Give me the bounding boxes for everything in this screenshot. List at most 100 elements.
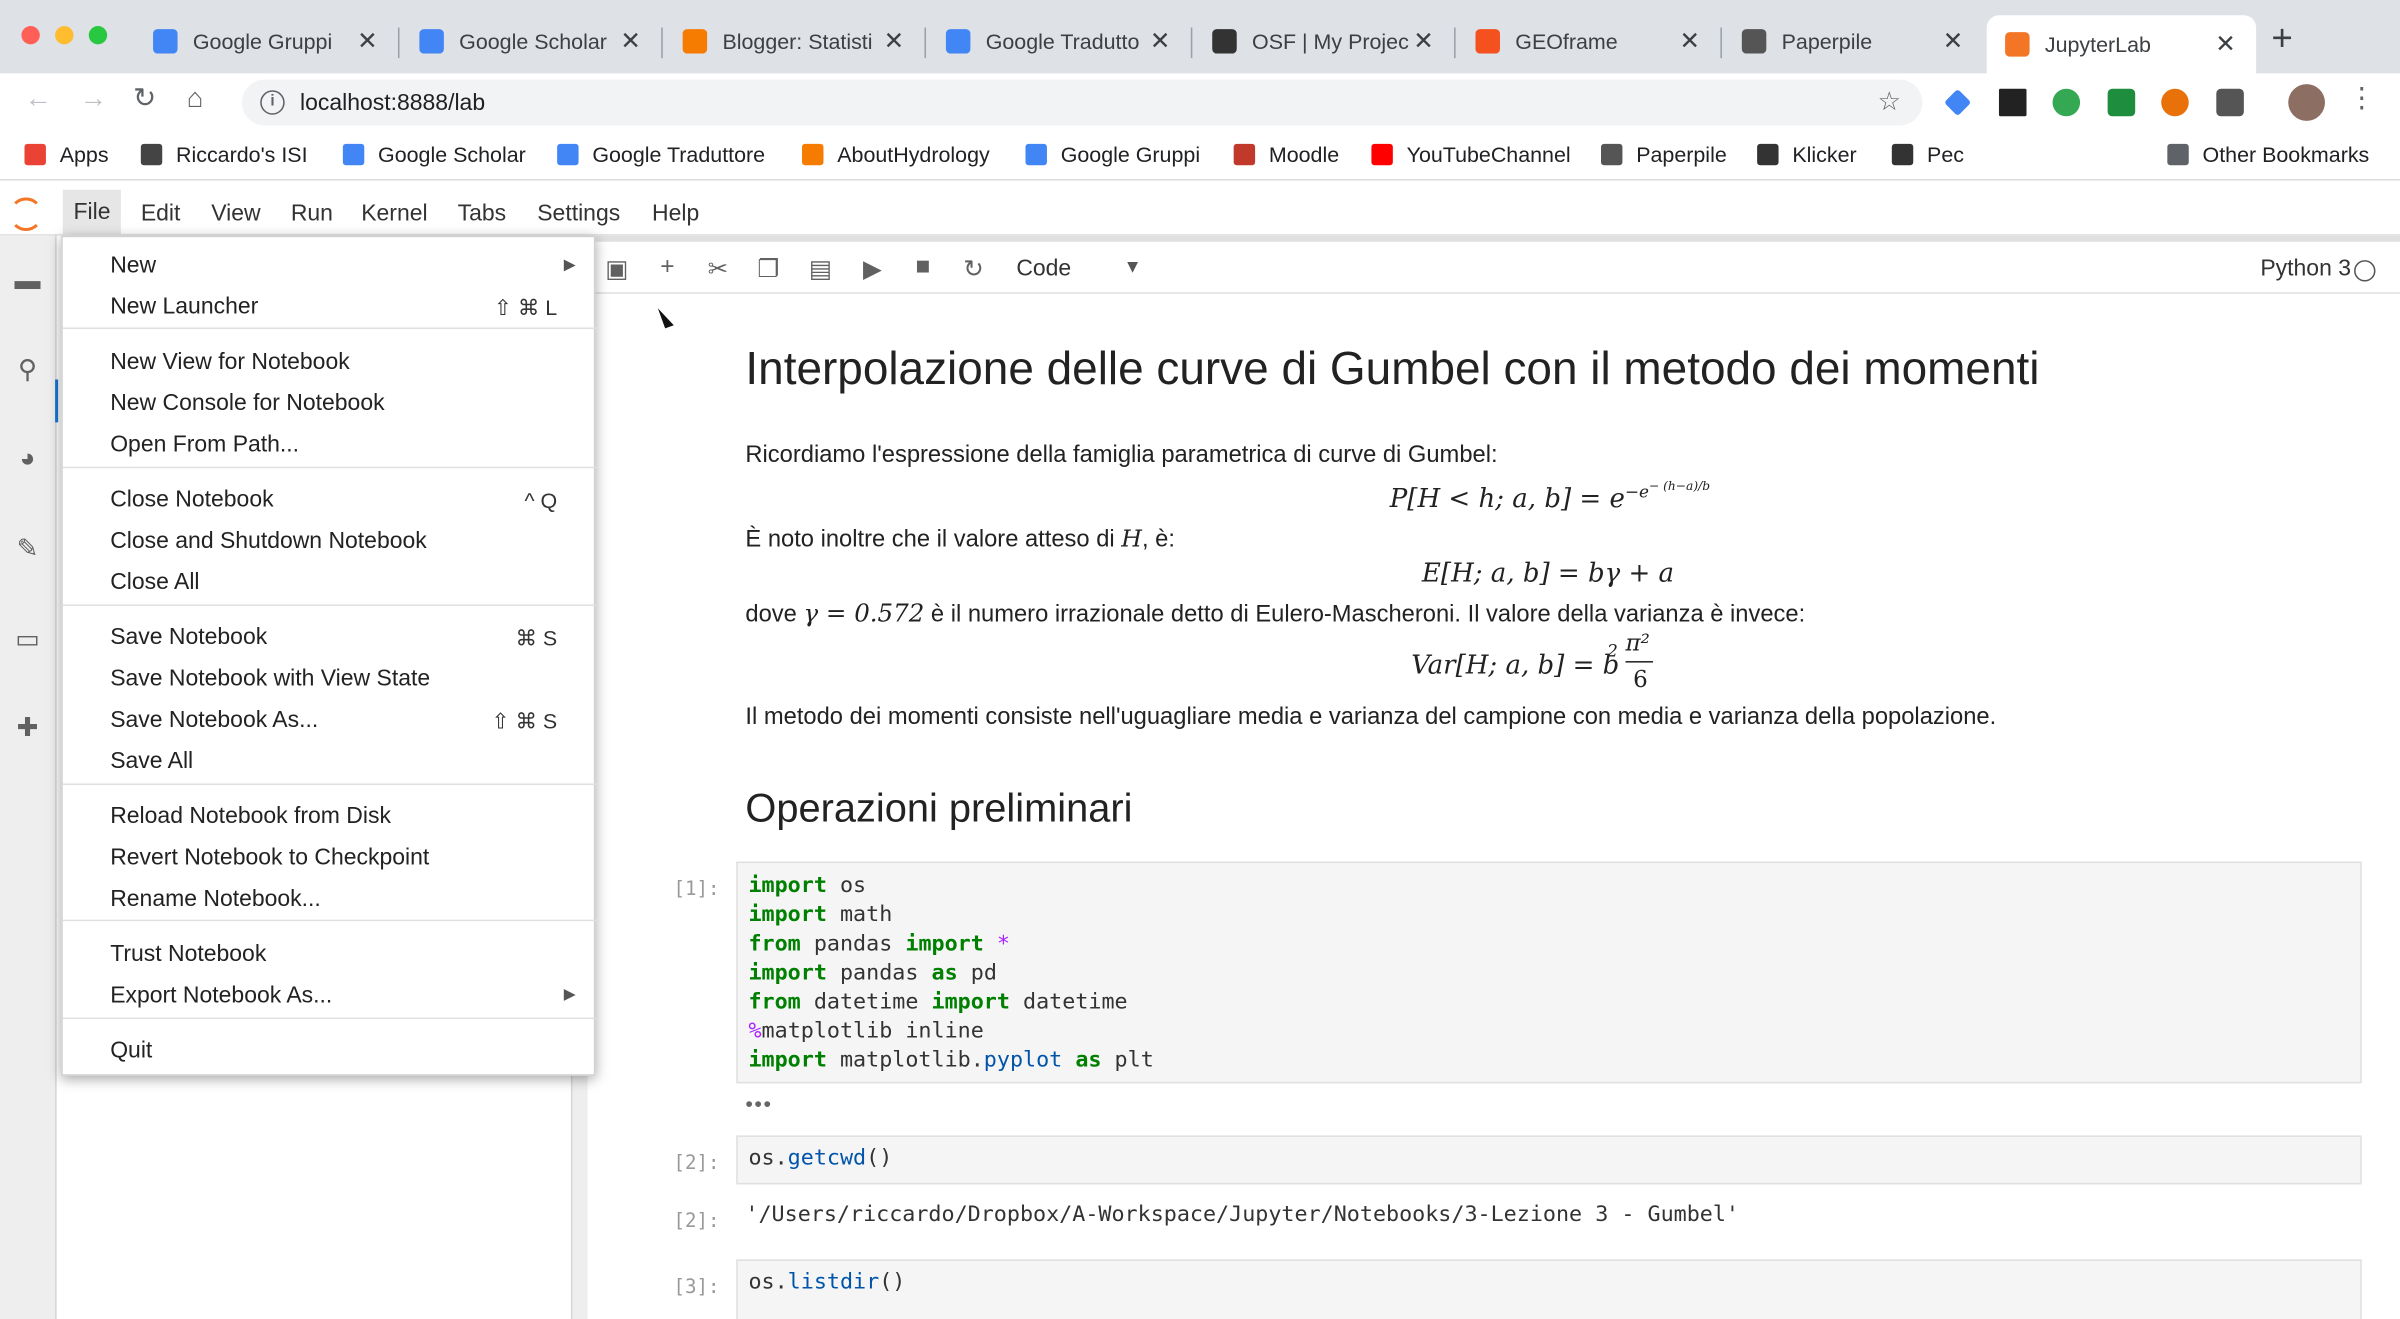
tab-title: Paperpile xyxy=(1781,29,1873,54)
bookmark-star-icon[interactable]: ☆ xyxy=(1878,87,1901,118)
stop-icon[interactable]: ■ xyxy=(908,254,939,282)
bookmark-item[interactable]: Riccardo's ISI xyxy=(140,142,308,167)
code-line: from pandas import * xyxy=(748,931,1010,957)
file-menu-item[interactable]: Save Notebook As... xyxy=(110,707,318,733)
file-menu-item[interactable]: New xyxy=(110,252,156,278)
menu-settings[interactable]: Settings xyxy=(537,200,620,226)
wrench-icon[interactable]: ✎ xyxy=(12,534,43,565)
menu-file[interactable]: File xyxy=(62,189,122,236)
file-menu-item[interactable]: Rename Notebook... xyxy=(110,886,321,912)
bookmark-item[interactable]: AboutHydrology xyxy=(802,142,990,167)
bookmark-item[interactable]: Moodle xyxy=(1233,142,1339,167)
new-tab-button[interactable]: + xyxy=(2271,18,2292,61)
browser-tab[interactable]: GEOframe ✕ xyxy=(1457,15,1720,67)
close-tab-icon[interactable]: ✕ xyxy=(882,26,906,57)
running-icon[interactable]: ⚲ xyxy=(12,355,43,386)
tab-title: OSF | My Projec xyxy=(1252,29,1409,54)
tabs-icon[interactable]: ▭ xyxy=(12,624,43,655)
close-tab-icon[interactable]: ✕ xyxy=(1941,26,1965,57)
extension-scholar-icon[interactable] xyxy=(1944,88,1972,117)
file-menu-item[interactable]: Save Notebook xyxy=(110,624,267,650)
bookmark-item[interactable]: Klicker xyxy=(1757,142,1857,167)
bookmark-item[interactable]: Google Scholar xyxy=(342,142,526,167)
close-tab-icon[interactable]: ✕ xyxy=(1411,26,1435,57)
close-tab-icon[interactable]: ✕ xyxy=(618,26,642,57)
bookmark-item[interactable]: YouTubeChannel xyxy=(1371,142,1571,167)
bookmark-item[interactable]: Apps xyxy=(24,142,109,167)
extension-grammarly-icon[interactable] xyxy=(2052,88,2081,117)
close-tab-icon[interactable]: ✕ xyxy=(1678,26,1702,57)
code-cell-getcwd[interactable]: os.getcwd() xyxy=(736,1135,2362,1185)
browser-tab[interactable]: Google Tradutto ✕ xyxy=(928,15,1191,67)
folder-icon[interactable]: ▬ xyxy=(12,266,43,297)
cell-type-select[interactable]: Code ▼ xyxy=(1016,255,1141,282)
collapsed-output-ellipsis[interactable]: ••• xyxy=(745,1091,772,1115)
extension-library-icon[interactable] xyxy=(1998,88,2027,117)
kernel-name[interactable]: Python 3 xyxy=(2260,256,2351,282)
bookmark-item[interactable]: Google Gruppi xyxy=(1025,142,1200,167)
restart-icon[interactable]: ↻ xyxy=(958,254,989,285)
menu-tabs[interactable]: Tabs xyxy=(458,200,507,226)
file-menu-item[interactable]: Close All xyxy=(110,569,199,595)
add-cell-icon[interactable]: + xyxy=(652,254,683,282)
menu-shortcut: ⇧ ⌘ L xyxy=(493,295,558,320)
close-window-button[interactable] xyxy=(21,26,40,45)
bookmark-item[interactable]: Google Traduttore xyxy=(557,142,765,167)
menu-help[interactable]: Help xyxy=(652,200,699,226)
bookmark-item[interactable]: Pec xyxy=(1891,142,1964,167)
google-translate-icon xyxy=(945,29,971,54)
minimize-window-button[interactable] xyxy=(55,26,74,45)
browser-tab[interactable]: Google Scholar ✕ xyxy=(401,15,661,67)
menu-edit[interactable]: Edit xyxy=(141,200,181,226)
file-menu-item[interactable]: New Console for Notebook xyxy=(110,390,384,416)
menu-run[interactable]: Run xyxy=(291,200,333,226)
code-line: import matplotlib.pyplot as plt xyxy=(748,1048,1154,1073)
extension-bookmark-icon[interactable] xyxy=(2107,88,2136,117)
back-arrow-icon[interactable]: ← xyxy=(24,83,52,115)
file-menu-item[interactable]: Save All xyxy=(110,748,193,774)
copy-icon[interactable]: ❐ xyxy=(753,254,784,285)
cell-type-value: Code xyxy=(1016,255,1072,282)
extension-paperpile-icon[interactable] xyxy=(2216,88,2244,117)
menu-view[interactable]: View xyxy=(211,200,260,226)
home-icon[interactable]: ⌂ xyxy=(187,83,204,115)
file-menu-item[interactable]: Close and Shutdown Notebook xyxy=(110,528,427,554)
address-bar[interactable]: i localhost:8888/lab ☆ xyxy=(241,79,1923,126)
cut-icon[interactable]: ✂ xyxy=(703,254,734,285)
reload-icon[interactable]: ↻ xyxy=(133,83,156,115)
close-tab-icon[interactable]: ✕ xyxy=(1148,26,1172,57)
file-menu-item[interactable]: Close Notebook xyxy=(110,487,273,513)
browser-tab[interactable]: Blogger: Statisti ✕ xyxy=(664,15,924,67)
paste-icon[interactable]: ▤ xyxy=(805,254,836,285)
close-tab-icon[interactable]: ✕ xyxy=(355,26,379,57)
code-cell-listdir[interactable]: os.listdir() xyxy=(736,1259,2362,1319)
bookmark-item[interactable]: Paperpile xyxy=(1601,142,1727,167)
forward-arrow-icon[interactable]: → xyxy=(80,83,108,115)
file-menu-item[interactable]: Export Notebook As... xyxy=(110,982,332,1008)
zoom-window-button[interactable] xyxy=(88,26,108,45)
browser-tab[interactable]: OSF | My Projec ✕ xyxy=(1194,15,1454,67)
browser-tab[interactable]: Paperpile ✕ xyxy=(1723,15,1983,67)
file-menu-item[interactable]: New Launcher xyxy=(110,294,258,320)
browser-tab[interactable]: Google Gruppi ✕ xyxy=(135,15,398,67)
bookmark-item[interactable]: Other Bookmarks xyxy=(2167,142,2369,167)
save-icon[interactable]: ▣ xyxy=(602,254,633,285)
browser-menu-icon[interactable]: ⋮ xyxy=(2348,83,2376,115)
site-info-icon[interactable]: i xyxy=(260,90,285,115)
close-tab-icon[interactable]: ✕ xyxy=(2213,29,2237,60)
file-menu-item[interactable]: New View for Notebook xyxy=(110,349,349,375)
file-menu-item[interactable]: Reload Notebook from Disk xyxy=(110,803,391,829)
file-menu-item[interactable]: Revert Notebook to Checkpoint xyxy=(110,845,429,871)
run-icon[interactable]: ▶ xyxy=(857,254,888,285)
file-menu-item[interactable]: Save Notebook with View State xyxy=(110,666,430,692)
menu-kernel[interactable]: Kernel xyxy=(361,200,427,226)
file-menu-item[interactable]: Quit xyxy=(110,1037,152,1063)
code-cell-imports[interactable]: import os import math from pandas import… xyxy=(736,861,2362,1084)
file-menu-item[interactable]: Trust Notebook xyxy=(110,941,266,967)
file-menu-item[interactable]: Open From Path... xyxy=(110,432,299,458)
extension-puzzle-icon[interactable]: ✚ xyxy=(12,713,43,744)
profile-avatar[interactable] xyxy=(2288,84,2325,121)
browser-tab[interactable]: JupyterLab ✕ xyxy=(1986,15,2257,74)
palette-icon[interactable]: ◕ xyxy=(12,444,43,475)
extension-duckduckgo-icon[interactable] xyxy=(2161,88,2189,117)
